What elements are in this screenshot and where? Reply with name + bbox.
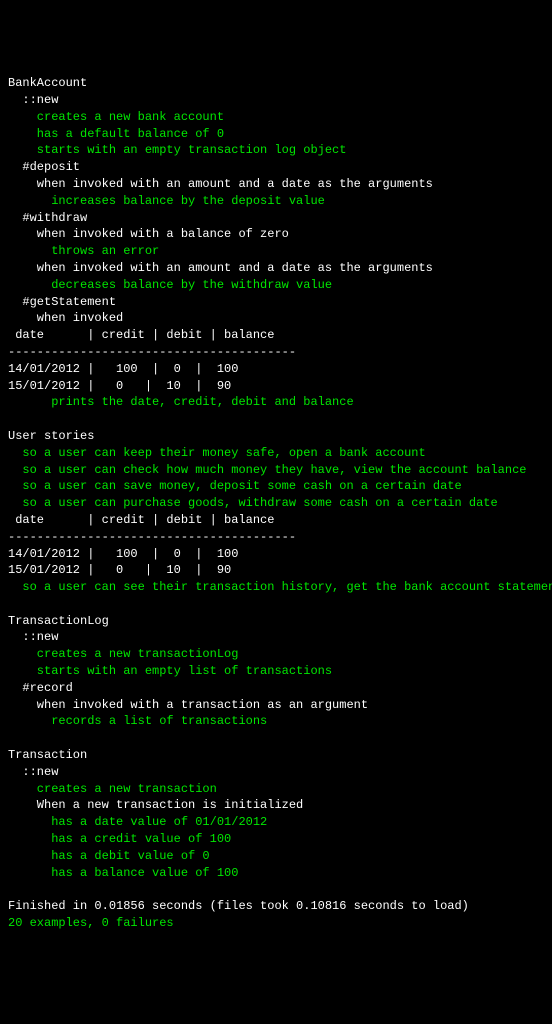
output-line: has a debit value of 0 xyxy=(8,848,544,865)
output-line xyxy=(8,596,544,613)
output-line: 14/01/2012 | 100 | 0 | 100 xyxy=(8,546,544,563)
output-line: so a user can see their transaction hist… xyxy=(8,579,544,596)
output-line: ::new xyxy=(8,764,544,781)
output-line: records a list of transactions xyxy=(8,713,544,730)
output-line: prints the date, credit, debit and balan… xyxy=(8,394,544,411)
output-line: #getStatement xyxy=(8,294,544,311)
output-line xyxy=(8,411,544,428)
output-line: so a user can purchase goods, withdraw s… xyxy=(8,495,544,512)
output-line: #withdraw xyxy=(8,210,544,227)
output-line: date | credit | debit | balance xyxy=(8,327,544,344)
output-line: so a user can save money, deposit some c… xyxy=(8,478,544,495)
output-line: When a new transaction is initialized xyxy=(8,797,544,814)
output-line: so a user can check how much money they … xyxy=(8,462,544,479)
output-line: has a date value of 01/01/2012 xyxy=(8,814,544,831)
output-line: 15/01/2012 | 0 | 10 | 90 xyxy=(8,562,544,579)
output-line: 15/01/2012 | 0 | 10 | 90 xyxy=(8,378,544,395)
output-line: TransactionLog xyxy=(8,613,544,630)
output-line: 20 examples, 0 failures xyxy=(8,915,544,932)
output-line: so a user can keep their money safe, ope… xyxy=(8,445,544,462)
output-line: BankAccount xyxy=(8,75,544,92)
output-line: #record xyxy=(8,680,544,697)
output-line: when invoked xyxy=(8,310,544,327)
output-line: creates a new transactionLog xyxy=(8,646,544,663)
output-line: when invoked with an amount and a date a… xyxy=(8,176,544,193)
output-line: #deposit xyxy=(8,159,544,176)
output-line xyxy=(8,881,544,898)
output-line: User stories xyxy=(8,428,544,445)
output-line: when invoked with a balance of zero xyxy=(8,226,544,243)
output-line: throws an error xyxy=(8,243,544,260)
output-line: increases balance by the deposit value xyxy=(8,193,544,210)
output-line: 14/01/2012 | 100 | 0 | 100 xyxy=(8,361,544,378)
output-line: creates a new transaction xyxy=(8,781,544,798)
output-line: ::new xyxy=(8,629,544,646)
output-line: Finished in 0.01856 seconds (files took … xyxy=(8,898,544,915)
output-line xyxy=(8,730,544,747)
terminal-output: BankAccount ::new creates a new bank acc… xyxy=(8,75,544,932)
output-line: decreases balance by the withdraw value xyxy=(8,277,544,294)
output-line: ::new xyxy=(8,92,544,109)
output-line: when invoked with an amount and a date a… xyxy=(8,260,544,277)
output-line: has a balance value of 100 xyxy=(8,865,544,882)
output-line: has a credit value of 100 xyxy=(8,831,544,848)
output-line: ---------------------------------------- xyxy=(8,529,544,546)
output-line: creates a new bank account xyxy=(8,109,544,126)
output-line: date | credit | debit | balance xyxy=(8,512,544,529)
output-line: when invoked with a transaction as an ar… xyxy=(8,697,544,714)
output-line: Transaction xyxy=(8,747,544,764)
output-line: has a default balance of 0 xyxy=(8,126,544,143)
output-line: ---------------------------------------- xyxy=(8,344,544,361)
output-line: starts with an empty list of transaction… xyxy=(8,663,544,680)
output-line: starts with an empty transaction log obj… xyxy=(8,142,544,159)
